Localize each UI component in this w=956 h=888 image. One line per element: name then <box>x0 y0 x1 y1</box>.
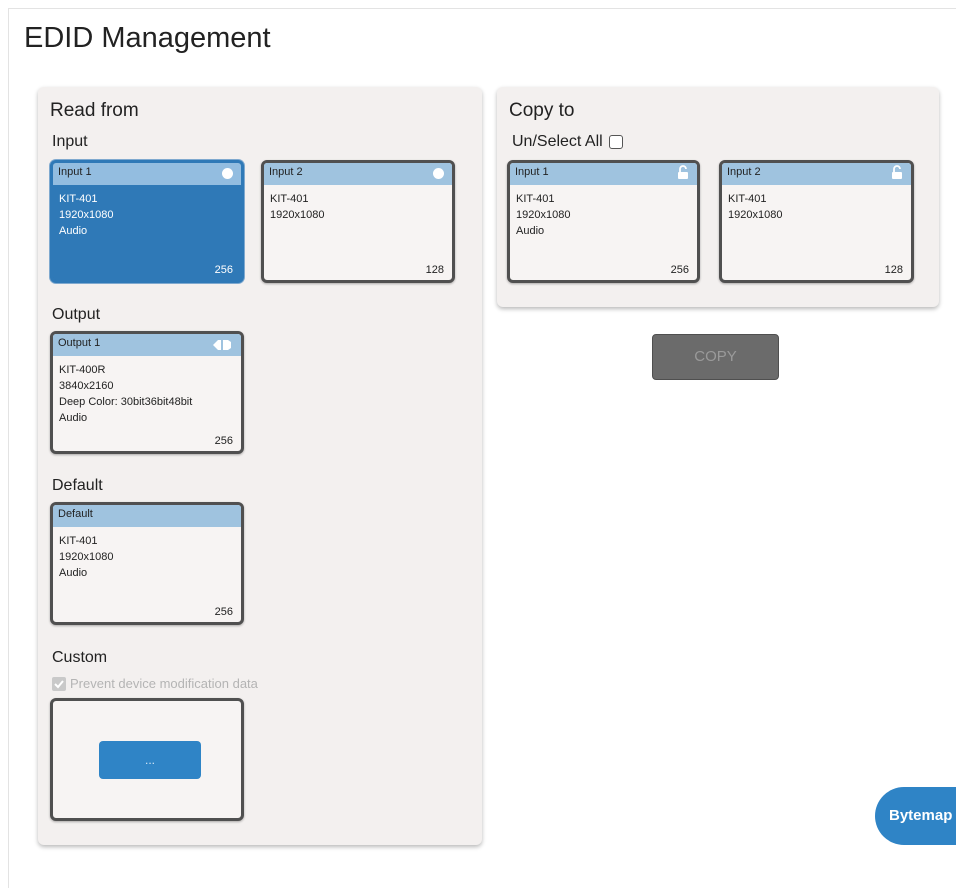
resolution: 1920x1080 <box>270 209 325 221</box>
device-name: KIT-401 <box>59 193 98 205</box>
copy-to-title: Copy to <box>509 100 575 121</box>
card-header: Input 1 <box>53 163 241 185</box>
audio-label: Audio <box>516 225 545 237</box>
input-section-label: Input <box>52 133 88 150</box>
device-name: KIT-401 <box>728 193 767 205</box>
deep-color: Deep Color: 30bit36bit48bit <box>59 396 193 408</box>
unlock-icon <box>678 165 688 179</box>
read-output-1-card[interactable]: Output 1 KIT-400R 3840x2160 Deep Color: … <box>50 331 244 454</box>
card-header: Input 2 <box>722 163 911 185</box>
read-default-card[interactable]: Default KIT-401 1920x1080 Audio 256 <box>50 502 244 625</box>
card-title: Input 2 <box>269 166 303 178</box>
card-body: KIT-401 1920x1080 Audio <box>53 185 241 239</box>
circle-icon <box>222 168 233 179</box>
unlock-icon <box>892 165 902 179</box>
copy-input-1-card[interactable]: Input 1 KIT-401 1920x1080 Audio 256 <box>507 160 700 283</box>
edid-size: 256 <box>670 264 689 276</box>
card-title: Input 1 <box>58 166 92 178</box>
custom-section-label: Custom <box>52 649 108 666</box>
read-from-title: Read from <box>50 100 139 121</box>
audio-label: Audio <box>59 567 88 579</box>
card-title: Default <box>58 508 93 520</box>
resolution: 3840x2160 <box>59 380 114 392</box>
card-header: Input 1 <box>510 163 697 185</box>
card-body: KIT-400R 3840x2160 Deep Color: 30bit36bi… <box>53 356 241 426</box>
resolution: 1920x1080 <box>728 209 783 221</box>
select-all-label: Un/Select All <box>512 133 603 150</box>
copy-input-2-card[interactable]: Input 2 KIT-401 1920x1080 128 <box>719 160 914 283</box>
custom-edid-card: ... <box>50 698 244 821</box>
card-body: KIT-401 1920x1080 <box>722 185 911 223</box>
circle-icon <box>433 168 444 179</box>
select-all-toggle[interactable]: Un/Select All <box>512 133 623 151</box>
resolution: 1920x1080 <box>59 551 114 563</box>
edid-size: 256 <box>214 606 233 618</box>
card-header: Input 2 <box>264 163 452 185</box>
select-all-checkbox[interactable] <box>608 135 623 149</box>
card-body: KIT-401 1920x1080 Audio <box>53 527 241 581</box>
page-title: EDID Management <box>24 22 271 54</box>
bytemap-button[interactable]: Bytemap <box>875 787 956 845</box>
hdmi-connector-icon <box>213 340 231 350</box>
audio-label: Audio <box>59 412 88 424</box>
device-name: KIT-401 <box>516 193 555 205</box>
card-header: Default <box>53 505 241 527</box>
card-title: Output 1 <box>58 337 101 349</box>
prevent-modification-option: Prevent device modification data <box>52 676 258 691</box>
prevent-modification-checkbox <box>52 676 66 691</box>
resolution: 1920x1080 <box>516 209 571 221</box>
edid-size: 256 <box>214 264 233 276</box>
card-title: Input 2 <box>727 166 761 178</box>
edid-size: 256 <box>214 435 233 447</box>
audio-label: Audio <box>59 225 88 237</box>
prevent-modification-label: Prevent device modification data <box>70 676 258 691</box>
output-section-label: Output <box>52 306 101 323</box>
copy-button[interactable]: COPY <box>652 334 779 380</box>
browse-custom-button[interactable]: ... <box>99 741 201 779</box>
card-title: Input 1 <box>515 166 549 178</box>
card-body: KIT-401 1920x1080 <box>264 185 452 223</box>
resolution: 1920x1080 <box>59 209 114 221</box>
read-input-1-card[interactable]: Input 1 KIT-401 1920x1080 Audio 256 <box>50 160 244 283</box>
card-body: KIT-401 1920x1080 Audio <box>510 185 697 239</box>
edid-size: 128 <box>425 264 444 276</box>
check-icon <box>54 679 64 688</box>
edid-size: 128 <box>884 264 903 276</box>
device-name: KIT-401 <box>59 535 98 547</box>
default-section-label: Default <box>52 477 103 494</box>
read-input-2-card[interactable]: Input 2 KIT-401 1920x1080 128 <box>261 160 455 283</box>
card-header: Output 1 <box>53 334 241 356</box>
device-name: KIT-400R <box>59 364 106 376</box>
device-name: KIT-401 <box>270 193 309 205</box>
